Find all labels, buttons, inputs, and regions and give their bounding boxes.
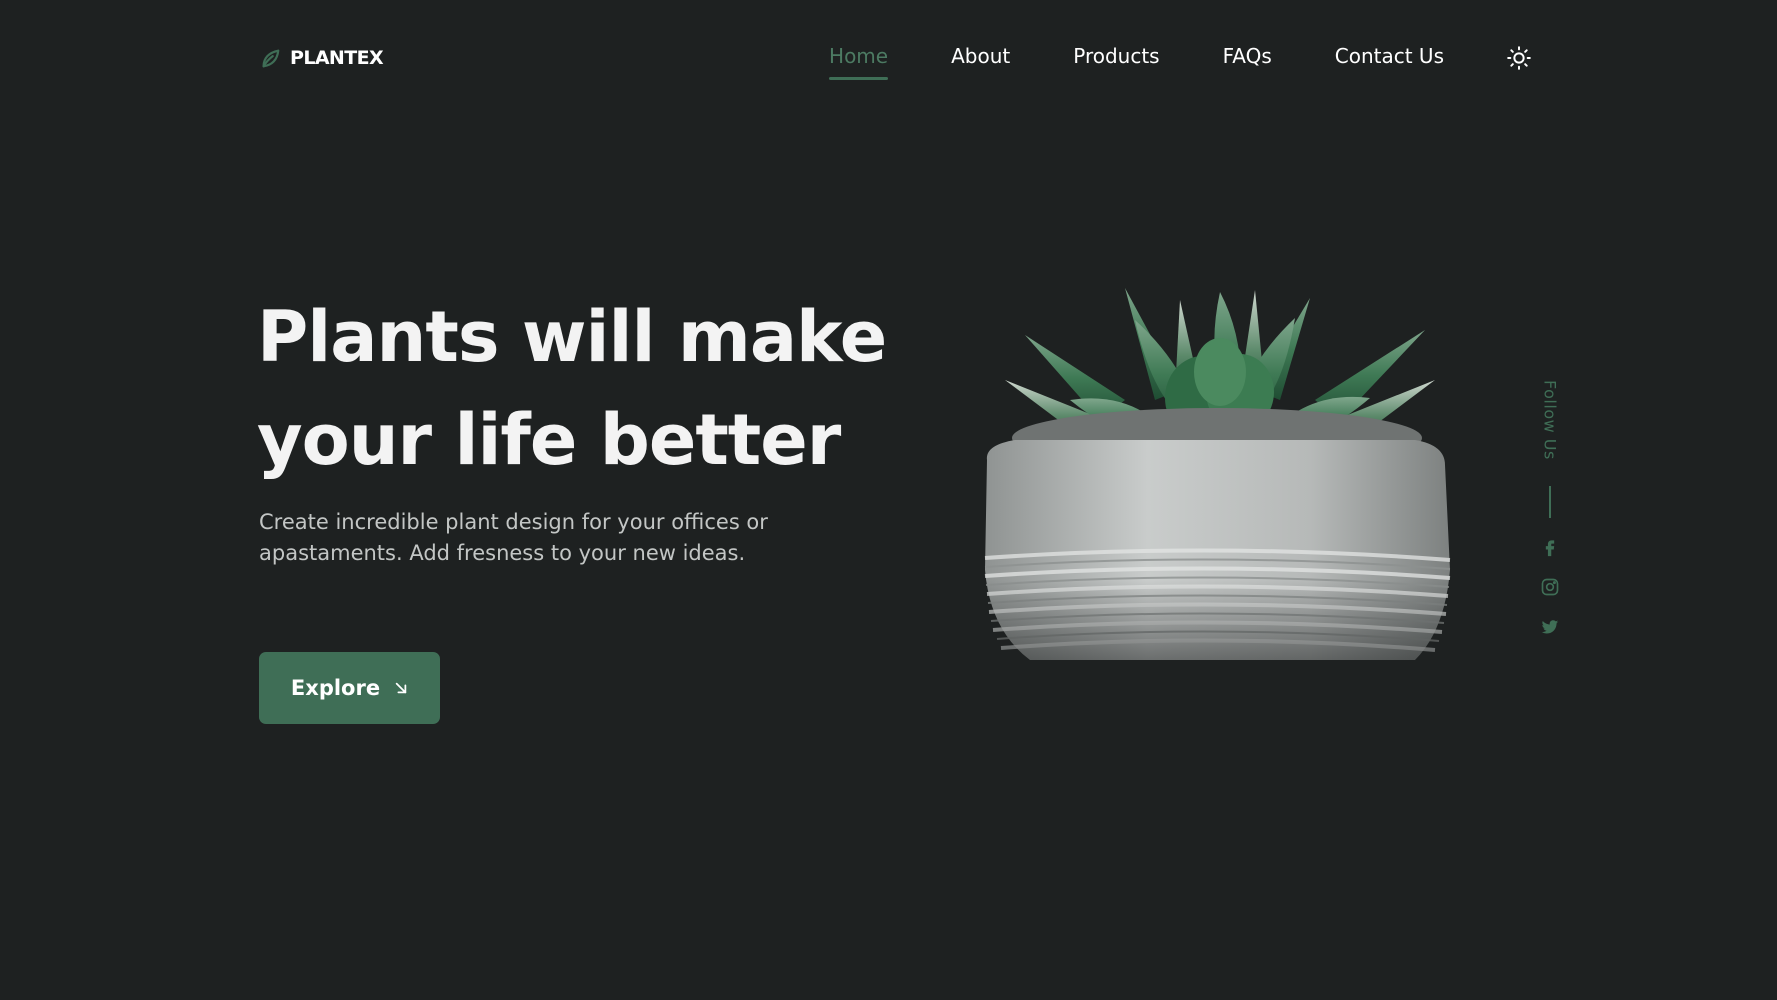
twitter-icon	[1541, 620, 1559, 634]
nav-item-products[interactable]: Products	[1073, 38, 1159, 78]
leaf-icon	[259, 47, 281, 69]
logo[interactable]: PLANTEX	[259, 47, 384, 69]
nav-item-contact-us[interactable]: Contact Us	[1335, 38, 1444, 78]
social-links: Follow Us	[1532, 380, 1568, 640]
plant-image	[975, 280, 1455, 725]
brand-name: PLANTEX	[290, 47, 384, 69]
instagram-link[interactable]	[1539, 576, 1561, 598]
nav-item-about[interactable]: About	[951, 38, 1010, 78]
hero-title-line-2: your life better	[257, 399, 841, 481]
facebook-link[interactable]	[1539, 536, 1561, 558]
hero-description: Create incredible plant design for your …	[259, 510, 768, 565]
explore-button-label: Explore	[290, 676, 381, 700]
nav-item-faqs[interactable]: FAQs	[1223, 38, 1272, 78]
facebook-icon	[1545, 540, 1555, 557]
follow-divider	[1549, 486, 1551, 518]
sun-icon	[1507, 46, 1531, 70]
hero-title: Plants will make your life better	[257, 286, 917, 492]
theme-toggle-button[interactable]	[1506, 45, 1532, 71]
explore-button[interactable]: Explore	[259, 652, 440, 724]
arrow-down-right-icon	[395, 682, 407, 694]
instagram-icon	[1541, 578, 1559, 596]
follow-us-label: Follow Us	[1540, 380, 1560, 460]
header: PLANTEX Home About Products FAQs Contact…	[259, 30, 1532, 86]
landing-page: PLANTEX Home About Products FAQs Contact…	[0, 0, 1777, 1000]
main-nav: Home About Products FAQs Contact Us	[829, 38, 1532, 80]
twitter-link[interactable]	[1539, 616, 1561, 638]
hero-title-line-1: Plants will make	[257, 296, 887, 378]
nav-item-home[interactable]: Home	[829, 38, 889, 80]
